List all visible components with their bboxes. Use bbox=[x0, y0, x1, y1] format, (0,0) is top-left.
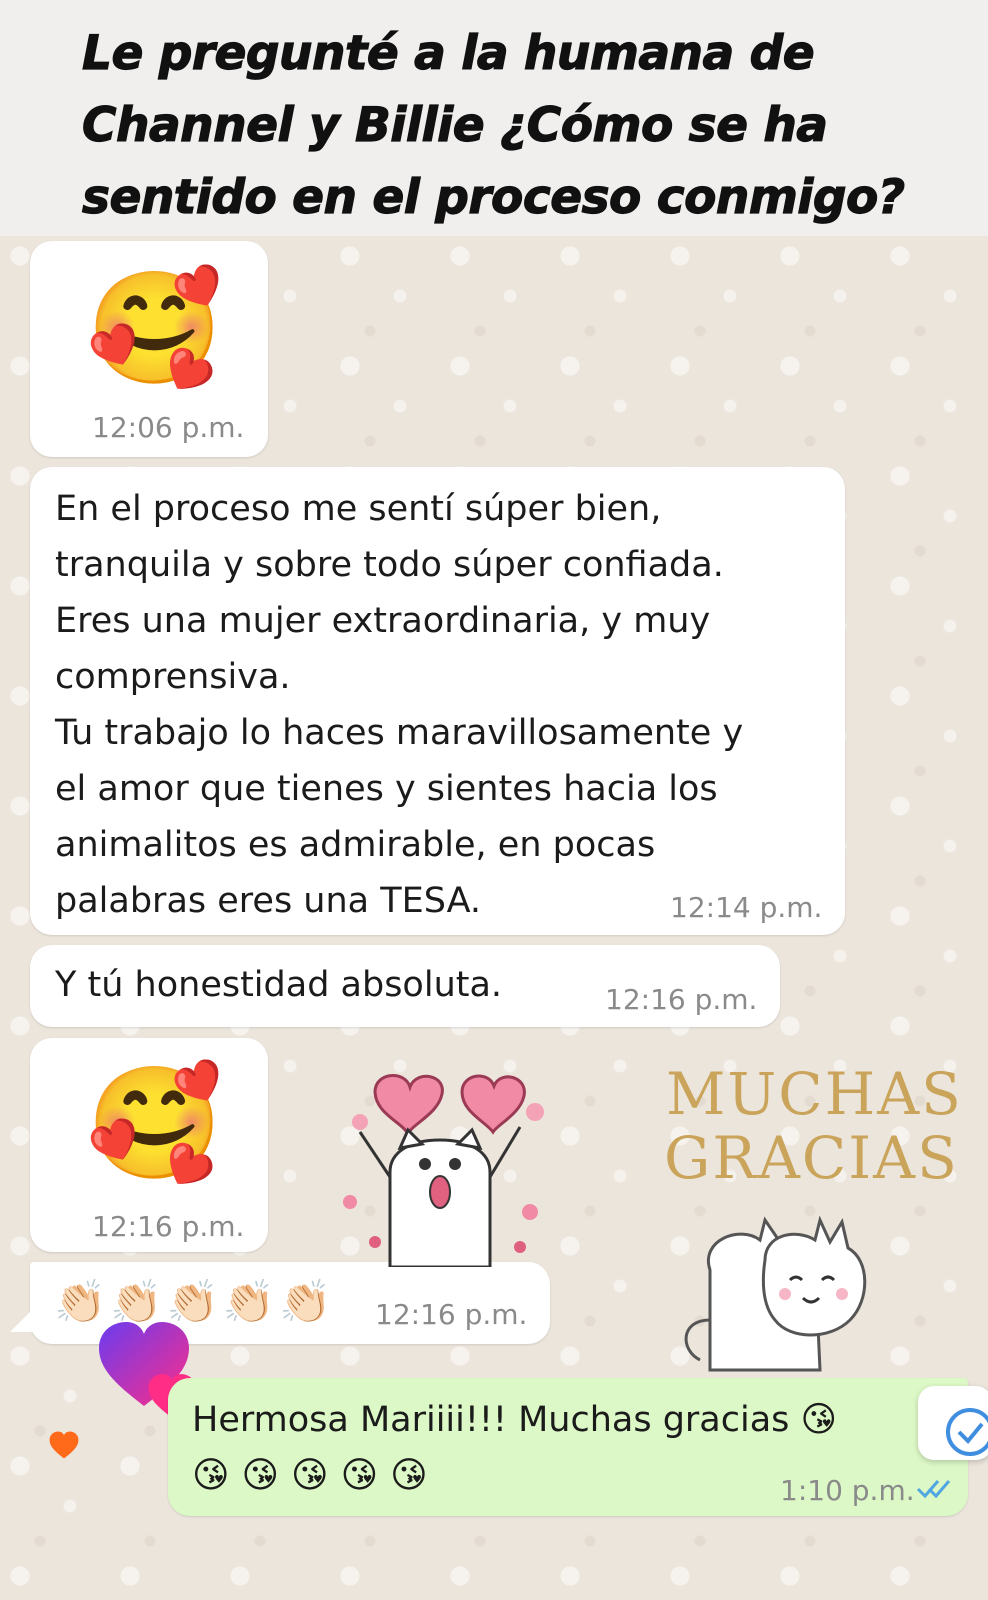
verified-check-badge[interactable] bbox=[918, 1386, 988, 1460]
message-bubble-in[interactable]: 🥰 12:06 p.m. bbox=[30, 241, 268, 457]
smiling-face-hearts-emoji: 🥰 bbox=[86, 264, 223, 392]
message-text: Hermosa Mariiii!!! Muchas gracias 😘 bbox=[192, 1400, 838, 1440]
message-bubble-out[interactable]: Hermosa Mariiii!!! Muchas gracias 😘 😘😘😘😘… bbox=[168, 1378, 968, 1516]
message-time: 1:10 p.m. bbox=[780, 1474, 915, 1507]
message-bubble-in[interactable]: Y tú honestidad absoluta. 12:16 p.m. bbox=[30, 945, 780, 1027]
story-caption: Le pregunté a la humana de Channel y Bil… bbox=[0, 0, 988, 236]
message-bubble-in[interactable]: 🥰 12:16 p.m. bbox=[30, 1038, 268, 1252]
message-text: Y tú honestidad absoluta. bbox=[55, 965, 503, 1005]
sticker-text-line2: GRACIAS bbox=[664, 1124, 959, 1192]
message-bubble-in[interactable]: En el proceso me sentí súper bien, tranq… bbox=[30, 467, 845, 935]
hugging-cats-icon bbox=[684, 1215, 867, 1372]
message-time: 12:16 p.m. bbox=[605, 983, 758, 1016]
cat-hearts-icon bbox=[343, 1074, 544, 1269]
message-time: 12:16 p.m. bbox=[92, 1210, 245, 1243]
smiling-face-hearts-emoji: 🥰 bbox=[86, 1059, 223, 1187]
read-receipt-icon bbox=[916, 1476, 952, 1504]
message-emoji-row: 😘😘😘😘😘 bbox=[192, 1455, 440, 1496]
message-time: 12:16 p.m. bbox=[375, 1298, 528, 1331]
caption-title: Le pregunté a la humana de Channel y Bil… bbox=[81, 25, 905, 225]
message-text: En el proceso me sentí súper bien, tranq… bbox=[55, 489, 744, 921]
small-heart-decoration bbox=[48, 1430, 80, 1460]
message-time: 12:14 p.m. bbox=[670, 891, 823, 924]
check-circle-icon bbox=[946, 1408, 988, 1456]
heart-icon bbox=[49, 1431, 79, 1459]
cat-hearts-sticker[interactable] bbox=[330, 1052, 550, 1269]
message-time: 12:06 p.m. bbox=[92, 411, 245, 444]
muchas-gracias-sticker[interactable]: MUCHAS GRACIAS bbox=[660, 1060, 961, 1380]
sticker-text-line1: MUCHAS bbox=[666, 1060, 963, 1128]
bubble-tail bbox=[10, 1308, 34, 1332]
